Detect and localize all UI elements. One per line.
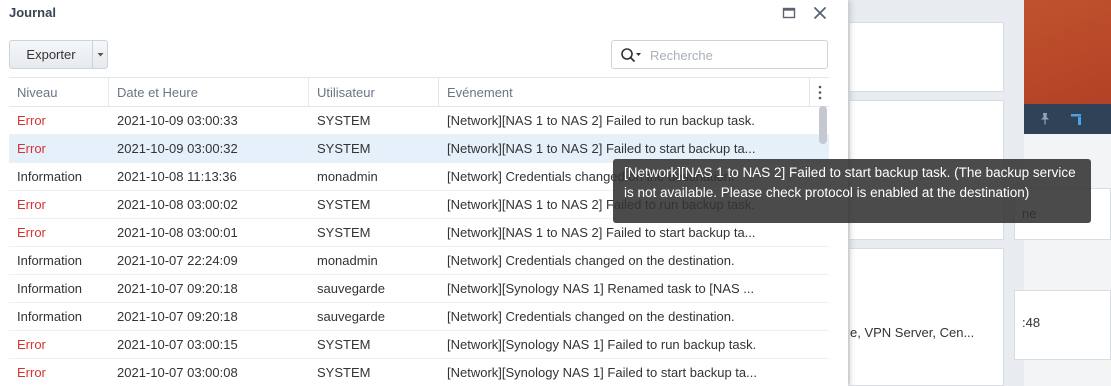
cell-date: 2021-10-08 03:00:01 [117,225,238,240]
close-icon[interactable] [811,4,829,22]
cell-user: SYSTEM [317,197,371,212]
export-button-label: Exporter [26,47,76,62]
table-row[interactable]: Error 2021-10-07 03:00:15 SYSTEM [Network][… [9,331,829,359]
cell-level: Error [17,113,46,128]
cell-date: 2021-10-07 22:24:09 [117,253,238,268]
cell-date: 2021-10-07 09:20:18 [117,309,238,324]
table-row[interactable]: Information 2021-10-07 09:20:18 sauvegarde… [9,275,829,303]
background-card [850,248,1004,386]
maximize-icon[interactable] [780,4,798,22]
table-row[interactable]: Information 2021-10-07 22:24:09 monadmin [N… [9,247,829,275]
cell-level: Error [17,197,46,212]
cell-event: [Network][Synology NAS 1] Renamed task t… [447,281,755,296]
cell-date: 2021-10-08 03:00:02 [117,197,238,212]
cell-event: [Network] Credentials changed on the des… [447,253,735,268]
cell-level: Information [17,253,83,268]
cell-user: SYSTEM [317,225,371,240]
cell-level: Error [17,141,46,156]
cell-user: SYSTEM [317,113,371,128]
cell-date: 2021-10-09 03:00:32 [117,141,238,156]
column-header-date[interactable]: Date et Heure [109,78,309,107]
cell-level: Information [17,309,83,324]
column-header-level[interactable]: Niveau [9,78,109,107]
cell-level: Information [17,281,83,296]
cell-level: Error [17,365,46,380]
search-icon[interactable] [620,47,642,63]
scrollbar[interactable] [819,106,827,144]
background-text: :48 [1022,315,1041,330]
log-table: Niveau Date et Heure Utilisateur Evéneme… [9,77,829,386]
cell-user: SYSTEM [317,365,371,380]
table-row[interactable]: Error 2021-10-09 03:00:33 SYSTEM [Network][… [9,107,829,135]
pin-icon[interactable] [1038,112,1052,126]
window-title: Journal [9,5,56,20]
cell-user: monadmin [317,169,378,184]
cell-event: [Network][NAS 1 to NAS 2] Failed to run … [447,113,755,128]
search-box[interactable] [611,40,828,69]
column-header-event[interactable]: Evénement [439,78,810,107]
cell-date: 2021-10-07 03:00:15 [117,337,238,352]
cell-date: 2021-10-08 11:13:36 [117,169,237,184]
cell-level: Information [17,169,83,184]
cell-level: Error [17,337,46,352]
cell-user: SYSTEM [317,337,371,352]
window-titlebar[interactable]: Journal [0,0,848,27]
table-header: Niveau Date et Heure Utilisateur Evéneme… [9,78,829,107]
cell-event: [Network][Synology NAS 1] Failed to run … [447,337,757,352]
cell-date: 2021-10-07 09:20:18 [117,281,238,296]
cell-user: SYSTEM [317,141,371,156]
column-menu-icon[interactable] [810,78,829,107]
cell-user: monadmin [317,253,378,268]
export-button[interactable]: Exporter [9,40,108,69]
chevron-down-icon[interactable] [93,41,108,68]
tooltip: [Network][NAS 1 to NAS 2] Failed to star… [613,159,1091,223]
column-header-user[interactable]: Utilisateur [309,78,439,107]
cell-event: [Network][Synology NAS 1] Failed to star… [447,365,757,380]
cell-event: [Network] Credentials changed on the des… [447,309,735,324]
cell-date: 2021-10-09 03:00:33 [117,113,238,128]
table-row[interactable]: Error 2021-10-08 03:00:01 SYSTEM [Network][… [9,219,829,247]
toolbar: Exporter [0,40,848,70]
background-text: e, VPN Server, Cen... [850,325,975,340]
widget-icon[interactable] [1070,112,1084,126]
background-card [850,22,1004,92]
search-input[interactable] [650,46,820,64]
table-row[interactable]: Information 2021-10-07 09:20:18 sauvegarde… [9,303,829,331]
cell-level: Error [17,225,46,240]
cell-user: sauvegarde [317,281,385,296]
table-row[interactable]: Error 2021-10-07 03:00:08 SYSTEM [Network][… [9,359,829,386]
cell-user: sauvegarde [317,309,385,324]
cell-date: 2021-10-07 03:00:08 [117,365,238,380]
cell-event: [Network][NAS 1 to NAS 2] Failed to star… [447,225,756,240]
